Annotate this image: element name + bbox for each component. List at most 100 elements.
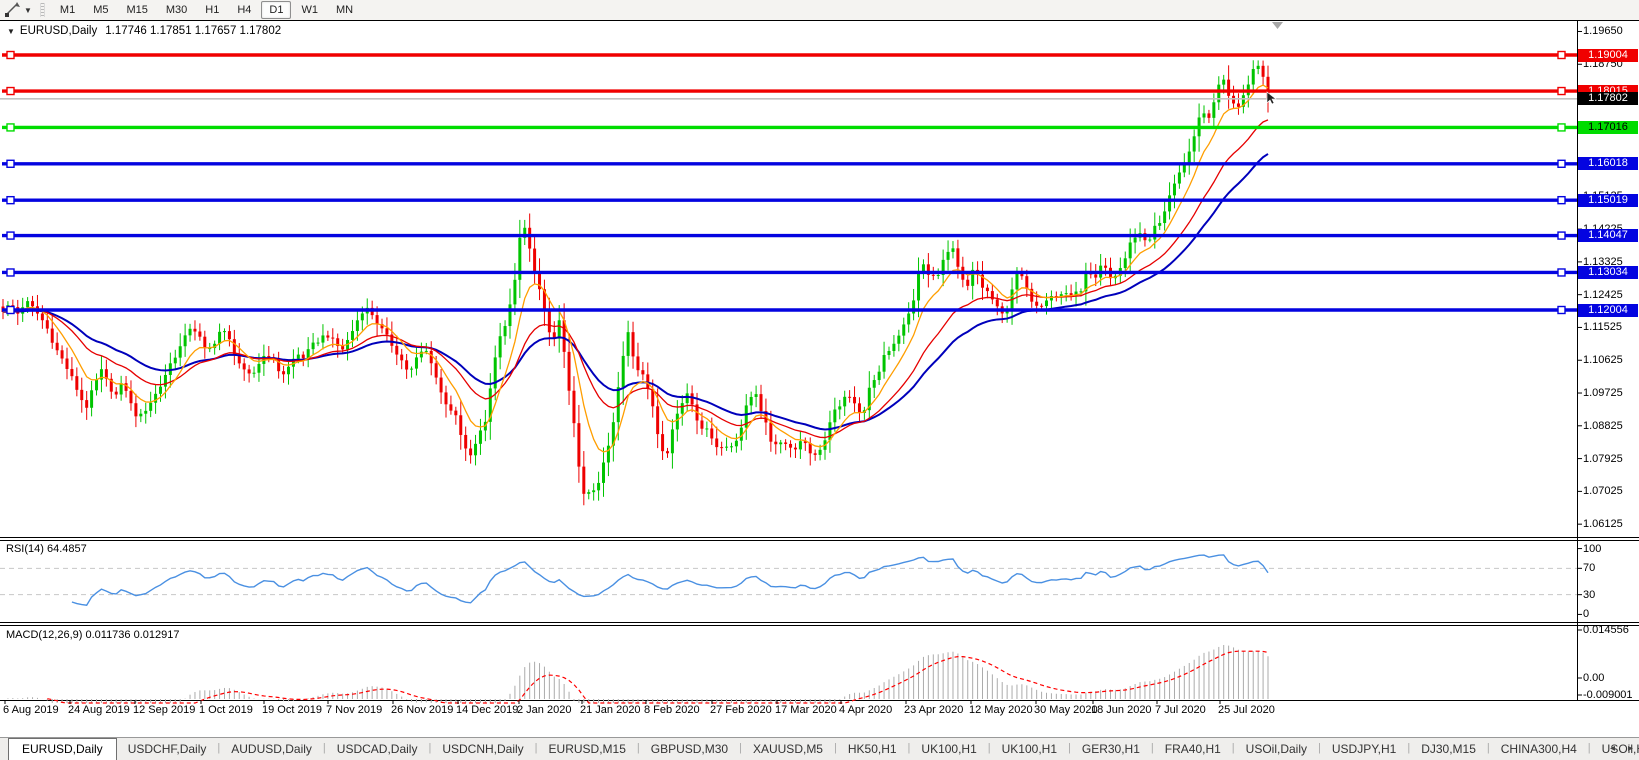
ma-fast-line — [2, 84, 1269, 453]
timeframe-button-m30[interactable]: M30 — [158, 1, 195, 19]
date-axis-label: 24 Aug 2019 — [68, 704, 130, 716]
date-axis-label: 2 Jan 2020 — [517, 704, 572, 716]
price-level-label: 1.17016 — [1578, 120, 1638, 134]
chart-tab-hk50-h1[interactable]: HK50,H1 — [837, 738, 908, 760]
timeframe-buttons: M1 M5 M15 M30 H1 H4 D1 W1 MN — [51, 1, 362, 19]
chart-plot[interactable] — [0, 0, 1639, 760]
chart-tab-usdchf-daily[interactable]: USDCHF,Daily — [117, 738, 218, 760]
price-level-line[interactable] — [2, 50, 1577, 60]
line-tool-icon[interactable] — [3, 2, 23, 18]
level-handle — [1557, 231, 1566, 240]
macd-signal-line — [47, 650, 1269, 704]
chart-tab-gbpusd-m30[interactable]: GBPUSD,M30 — [640, 738, 739, 760]
level-handle — [6, 123, 15, 132]
timeframe-button-h1[interactable]: H1 — [197, 1, 227, 19]
toolbar: ▼ M1 M5 M15 M30 H1 H4 D1 W1 MN — [0, 0, 1639, 21]
price-level-label: 1.16018 — [1578, 157, 1638, 171]
current-price-label: 1.17802 — [1578, 92, 1638, 106]
price-axis-tick: 1.08825 — [1583, 419, 1623, 432]
moving-averages — [2, 84, 1269, 453]
date-axis-label: 7 Jul 2020 — [1155, 704, 1206, 716]
price-level-line[interactable] — [2, 86, 1577, 96]
price-level-line[interactable] — [2, 123, 1577, 132]
macd-axis-tick: 0.00 — [1583, 672, 1605, 684]
price-level-label: 1.13034 — [1578, 265, 1638, 279]
price-axis-tick: 1.06125 — [1583, 518, 1623, 531]
timeframe-button-m1[interactable]: M1 — [52, 1, 83, 19]
toolbar-grip[interactable] — [39, 3, 45, 17]
rsi-axis-tick: 30 — [1583, 588, 1596, 601]
chart-tab-china300-h4[interactable]: CHINA300,H4 — [1490, 738, 1588, 760]
price-axis-tick: 1.07025 — [1583, 485, 1623, 498]
chart-tab-eurusd-daily[interactable]: EURUSD,Daily — [8, 738, 117, 760]
axis-ticks — [4, 30, 1582, 704]
price-level-line[interactable] — [2, 231, 1577, 240]
rsi-axis-tick: 100 — [1583, 542, 1602, 555]
price-level-line[interactable] — [2, 159, 1577, 168]
rsi-line — [71, 554, 1269, 606]
date-axis-label: 14 Dec 2019 — [456, 704, 519, 716]
level-handle — [1557, 123, 1566, 132]
level-handle — [6, 195, 15, 205]
chart-title-caret-icon[interactable]: ▼ — [7, 27, 15, 36]
price-axis-tick: 1.12425 — [1583, 288, 1623, 301]
tool-dropdown-icon[interactable]: ▼ — [24, 6, 32, 15]
timeframe-button-w1[interactable]: W1 — [293, 1, 326, 19]
ma-slow-line — [2, 153, 1269, 431]
timeframe-button-d1[interactable]: D1 — [261, 1, 292, 19]
chart-tab-bar: EURUSD,Daily USDCHF,Daily | AUDUSD,Daily | US… — [0, 737, 1639, 760]
level-handle — [1557, 86, 1566, 96]
chart-shift-marker-icon[interactable] — [1272, 22, 1283, 29]
chart-ohlc-values: 1.17746 1.17851 1.17657 1.17802 — [105, 25, 282, 37]
chart-tab-audusd-daily[interactable]: AUDUSD,Daily — [220, 738, 323, 760]
date-axis-label: 27 Feb 2020 — [710, 704, 772, 716]
date-axis-label: 12 May 2020 — [969, 704, 1033, 716]
level-handle — [6, 50, 15, 60]
chart-tab-uk100-h1[interactable]: UK100,H1 — [991, 738, 1068, 760]
date-axis-label: 26 Nov 2019 — [391, 704, 454, 716]
timeframe-button-m15[interactable]: M15 — [118, 1, 155, 19]
chart-tab-uk100-h1[interactable]: UK100,H1 — [910, 738, 987, 760]
chart-tab-xauusd-m5[interactable]: XAUUSD,M5 — [742, 738, 834, 760]
timeframe-button-h4[interactable]: H4 — [229, 1, 259, 19]
chart-tab-usdcnh-daily[interactable]: USDCNH,Daily — [431, 738, 534, 760]
date-axis-label: 19 Oct 2019 — [262, 704, 322, 716]
tab-scroll-right-icon[interactable]: ▸ — [1628, 743, 1633, 754]
price-axis-tick: 1.11525 — [1583, 321, 1622, 334]
panel-splitter[interactable] — [0, 622, 1639, 626]
price-level-label: 1.19004 — [1578, 48, 1638, 62]
date-axis-label: 7 Nov 2019 — [326, 704, 383, 716]
date-axis-label: 25 Jul 2020 — [1218, 704, 1275, 716]
level-handle — [1557, 195, 1566, 205]
rsi-label: RSI(14) 64.4857 — [6, 543, 87, 555]
date-axis-label: 17 Mar 2020 — [775, 704, 837, 716]
panel-splitter[interactable] — [0, 537, 1639, 541]
level-handle — [1557, 50, 1566, 60]
timeframe-button-m5[interactable]: M5 — [85, 1, 116, 19]
chart-tab-fra40-h1[interactable]: FRA40,H1 — [1154, 738, 1232, 760]
chart-title: ▼ EURUSD,Daily 1.17746 1.17851 1.17657 1.1… — [7, 25, 281, 37]
price-level-line[interactable] — [2, 195, 1577, 205]
chart-tab-usoil-daily[interactable]: USOil,Daily — [1235, 738, 1318, 760]
date-axis-label: 30 May 2020 — [1034, 704, 1098, 716]
chart-tab-usdjpy-h1[interactable]: USDJPY,H1 — [1321, 738, 1407, 760]
level-handle — [6, 159, 15, 168]
chart-tab-dj30-m15[interactable]: DJ30,M15 — [1410, 738, 1487, 760]
timeframe-button-mn[interactable]: MN — [328, 1, 361, 19]
mouse-cursor-icon — [1266, 91, 1277, 105]
macd-axis-tick: 0.014556 — [1583, 624, 1629, 636]
chart-tab-usdcad-daily[interactable]: USDCAD,Daily — [326, 738, 429, 760]
chart-tab-eurusd-m15[interactable]: EURUSD,M15 — [538, 738, 637, 760]
rsi-panel — [0, 554, 1577, 606]
price-level-line[interactable] — [2, 305, 1577, 315]
level-handle — [1557, 268, 1566, 277]
level-handle — [6, 231, 15, 240]
date-axis-label: 12 Sep 2019 — [133, 704, 196, 716]
chart-tab-ger30-h1[interactable]: GER30,H1 — [1071, 738, 1151, 760]
panel-frame — [0, 20, 1639, 701]
tab-scroll-left-icon[interactable]: ◂ — [1610, 743, 1615, 754]
candles-layer[interactable] — [1, 60, 1270, 506]
level-handle — [6, 268, 15, 277]
level-handle — [1557, 159, 1566, 168]
price-level-line[interactable] — [2, 268, 1577, 277]
